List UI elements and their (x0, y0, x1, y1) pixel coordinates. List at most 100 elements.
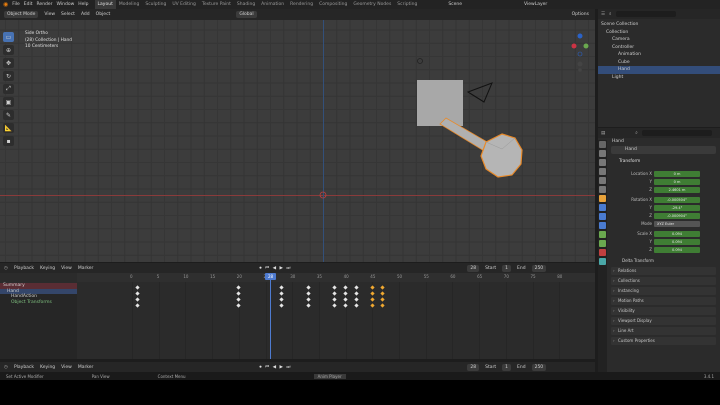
tab-animation[interactable]: Animation (258, 0, 287, 9)
properties-search-icon[interactable]: ⌕ (635, 130, 638, 136)
keyframe[interactable] (135, 297, 140, 302)
blender-logo-icon[interactable]: ◉ (3, 1, 8, 8)
dopesheet-area[interactable]: 05101520253035404550556065707580 28 (0, 273, 595, 359)
menu-window[interactable]: Window (57, 2, 75, 7)
output-tab-icon[interactable] (599, 159, 606, 166)
select-menu[interactable]: Select (61, 12, 75, 17)
keyframe[interactable] (380, 303, 386, 308)
keyframe[interactable] (343, 285, 348, 290)
tab-sculpting[interactable]: Sculpting (142, 0, 169, 9)
keyframe[interactable] (370, 285, 375, 290)
tab-compositing[interactable]: Compositing (316, 0, 350, 9)
keyframe[interactable] (332, 303, 338, 308)
footer-view-menu[interactable]: View (61, 365, 72, 370)
view-menu-timeline[interactable]: View (61, 266, 72, 271)
object-mode-dropdown[interactable]: Object Mode (4, 11, 39, 18)
outliner-search-input[interactable] (615, 11, 676, 17)
panel-instancing[interactable]: Instancing (611, 287, 716, 295)
keyframe[interactable] (279, 297, 284, 302)
keyframe[interactable] (236, 297, 241, 302)
3d-viewport[interactable]: Side Ortho (28) Collection | Hand 10 Cen… (0, 20, 595, 262)
delta-transform-subpanel[interactable]: Delta Transform (614, 257, 654, 264)
outliner-editor-icon[interactable]: ☰ (601, 12, 605, 17)
texture-tab-icon[interactable] (599, 258, 606, 265)
scale-x-field[interactable]: 0.094 (654, 231, 700, 237)
tab-rendering[interactable]: Rendering (287, 0, 316, 9)
keyframe[interactable] (135, 303, 140, 308)
keyframe[interactable] (354, 303, 359, 308)
rotation-y-field[interactable]: -29.4° (654, 205, 700, 211)
keyframe[interactable] (380, 291, 386, 296)
footer-playback-controls[interactable]: ⏺ ⏮ ◀ ▶ ⏭ (259, 364, 291, 370)
properties-search-input[interactable] (641, 130, 712, 136)
outliner-hand[interactable]: Hand (598, 66, 720, 74)
footer-playback-menu[interactable]: Playback (14, 365, 34, 370)
render-tab-icon[interactable] (599, 150, 606, 157)
constraints-tab-icon[interactable] (599, 231, 606, 238)
view-layer-name[interactable]: ViewLayer (524, 2, 547, 7)
data-tab-icon[interactable] (599, 240, 606, 247)
world-tab-icon[interactable] (599, 186, 606, 193)
tab-geometry-nodes[interactable]: Geometry Nodes (350, 0, 394, 9)
navigation-gizmo[interactable] (571, 32, 589, 72)
playback-menu[interactable]: Playback (14, 266, 34, 271)
panel-motion-paths[interactable]: Motion Paths (611, 297, 716, 305)
editor-type-icon[interactable]: ◷ (4, 266, 8, 271)
rotation-mode-dropdown[interactable]: XYZ Euler (654, 221, 700, 227)
tab-uv-editing[interactable]: UV Editing (169, 0, 198, 9)
panel-relations[interactable]: Relations (611, 267, 716, 275)
keyframe[interactable] (236, 285, 241, 290)
footer-frame-field[interactable]: 28 (467, 363, 480, 371)
panel-line-art[interactable]: Line Art (611, 327, 716, 335)
location-z-field[interactable]: 2.4601 m (654, 187, 700, 193)
keyframe[interactable] (354, 285, 359, 290)
object-name-field[interactable]: Hand (611, 146, 716, 154)
transform-panel-header[interactable]: Transform (611, 158, 716, 166)
add-menu[interactable]: Add (81, 12, 90, 17)
keyframe[interactable] (370, 291, 375, 296)
keyframe[interactable] (370, 303, 375, 308)
panel-viewport-display[interactable]: Viewport Display (611, 317, 716, 325)
scene-tab-icon[interactable] (599, 177, 606, 184)
frame-ruler[interactable]: 05101520253035404550556065707580 (77, 273, 595, 282)
object-tab-icon[interactable] (599, 195, 606, 202)
playhead-line[interactable] (270, 273, 271, 359)
menu-file[interactable]: File (12, 2, 20, 7)
keyframe[interactable] (380, 297, 386, 302)
keyframe[interactable] (306, 285, 311, 290)
scene-name[interactable]: Scene (448, 2, 462, 7)
keyframe[interactable] (135, 285, 140, 290)
footer-marker-menu[interactable]: Marker (78, 365, 94, 370)
scale-y-field[interactable]: 0.094 (654, 239, 700, 245)
keyframe[interactable] (279, 303, 284, 308)
end-frame-field[interactable]: 250 (531, 264, 547, 272)
menu-help[interactable]: Help (78, 2, 88, 7)
outliner-controller[interactable]: Controller (598, 44, 720, 52)
keyframe[interactable] (354, 291, 359, 296)
location-y-field[interactable]: 0 m (654, 179, 700, 185)
keyframe[interactable] (332, 297, 338, 302)
playback-controls[interactable]: ⏺ ⏮ ◀ ▶ ⏭ (259, 265, 291, 271)
footer-end-field[interactable]: 250 (531, 363, 547, 371)
outliner-search-icon[interactable]: ⌕ (609, 11, 612, 17)
footer-keying-menu[interactable]: Keying (40, 365, 55, 370)
playhead-frame[interactable]: 28 (265, 273, 276, 280)
material-tab-icon[interactable] (599, 249, 606, 256)
current-frame-field[interactable]: 28 (467, 264, 480, 272)
keyframe[interactable] (306, 303, 311, 308)
view-layer-tab-icon[interactable] (599, 168, 606, 175)
outliner-collection[interactable]: Collection (598, 29, 720, 37)
location-x-field[interactable]: 0 m (654, 171, 700, 177)
tab-layout[interactable]: Layout (94, 0, 116, 9)
keyframe[interactable] (380, 285, 386, 290)
marker-menu[interactable]: Marker (78, 266, 94, 271)
keyframe[interactable] (236, 291, 241, 296)
rotation-x-field[interactable]: -0.000504° (654, 197, 700, 203)
channel-object-transforms[interactable]: Object Transforms (0, 300, 77, 306)
particles-tab-icon[interactable] (599, 213, 606, 220)
keyframe[interactable] (279, 291, 284, 296)
menu-render[interactable]: Render (37, 2, 53, 7)
tab-texture-paint[interactable]: Texture Paint (199, 0, 234, 9)
start-frame-field[interactable]: 1 (502, 264, 512, 272)
keyframe[interactable] (332, 285, 338, 290)
